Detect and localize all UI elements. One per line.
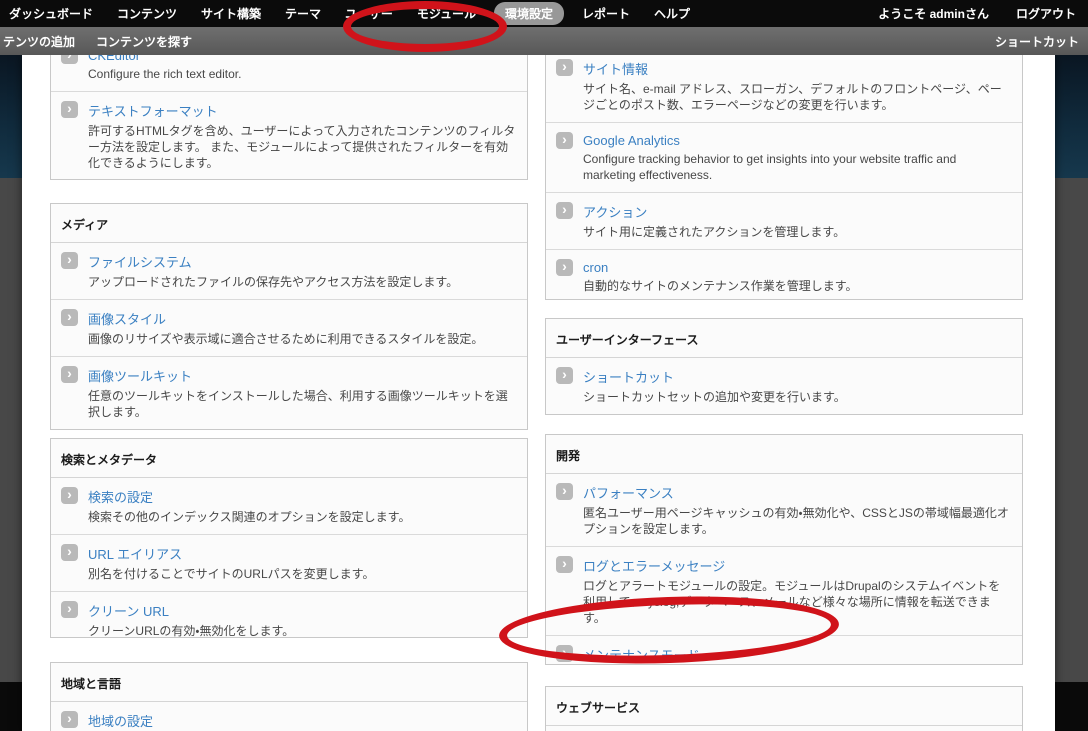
- shortcut-toolbar-left: テンツの追加 コンテンツを探す: [0, 33, 192, 50]
- config-item-clipped: ›: [546, 726, 1022, 731]
- config-item-regional-settings: › 地域の設定 サイトのデフォルトのタイムゾーンと国の設定を行います。: [51, 702, 527, 731]
- chevron-right-icon: ›: [556, 202, 573, 219]
- chevron-right-icon: ›: [556, 556, 573, 573]
- chevron-right-icon: ›: [61, 309, 78, 326]
- admin-menu: ダッシュボード コンテンツ サイト構築 テーマ ユーザー モジュール 環境設定 …: [0, 2, 690, 25]
- shortcut-find-content[interactable]: コンテンツを探す: [96, 33, 192, 50]
- link-performance[interactable]: パフォーマンス: [583, 483, 674, 502]
- menu-item-structure[interactable]: サイト構築: [201, 5, 261, 22]
- panel-search-metadata: 検索とメタデータ › 検索の設定 検索その他のインデックス関連のオプションを設定…: [50, 438, 528, 638]
- chevron-right-icon: ›: [61, 101, 78, 118]
- description-logging-errors: ログとアラートモジュールの設定。モジュールはDrupalのシステムイベントを利用…: [583, 578, 1012, 626]
- config-item-clean-urls: › クリーン URL クリーンURLの有効・無効化をします。: [51, 591, 527, 638]
- config-item-url-aliases: › URL エイリアス 別名を付けることでサイトのURLパスを変更します。: [51, 534, 527, 591]
- description-actions: サイト用に定義されたアクションを管理します。: [583, 224, 1012, 240]
- description-search-settings: 検索その他のインデックス関連のオプションを設定します。: [88, 509, 517, 525]
- config-item-google-analytics: › Google Analytics Configure tracking be…: [546, 122, 1022, 192]
- chevron-right-icon: ›: [556, 259, 573, 276]
- chevron-right-icon: ›: [61, 711, 78, 728]
- link-shortcuts[interactable]: ショートカット: [583, 367, 674, 386]
- menu-item-modules[interactable]: モジュール: [417, 5, 476, 22]
- link-image-styles[interactable]: 画像スタイル: [88, 309, 166, 328]
- config-item-text-formats: › テキストフォーマット 許可するHTMLタグを含め、ユーザーによって入力された…: [51, 91, 527, 180]
- link-file-system[interactable]: ファイルシステム: [88, 252, 192, 271]
- chevron-right-icon: ›: [61, 544, 78, 561]
- link-site-information[interactable]: サイト情報: [583, 59, 648, 78]
- panel-header-user-interface: ユーザーインターフェース: [546, 319, 1022, 358]
- admin-toolbar: ダッシュボード コンテンツ サイト構築 テーマ ユーザー モジュール 環境設定 …: [0, 0, 1088, 27]
- chevron-right-icon: ›: [61, 252, 78, 269]
- welcome-user-link[interactable]: ようこそ adminさん: [878, 5, 989, 22]
- shortcut-add-content-clipped[interactable]: テンツの追加: [3, 33, 75, 50]
- description-cron: 自動的なサイトのメンテナンス作業を管理します。: [583, 278, 1012, 294]
- chevron-right-icon: ›: [61, 487, 78, 504]
- description-text-formats: 許可するHTMLタグを含め、ユーザーによって入力されたコンテンツのフィルター方法…: [88, 123, 517, 171]
- chevron-right-icon: ›: [61, 601, 78, 618]
- link-google-analytics[interactable]: Google Analytics: [583, 133, 680, 148]
- link-search-settings[interactable]: 検索の設定: [88, 487, 153, 506]
- description-clean-urls: クリーンURLの有効・無効化をします。: [88, 623, 517, 638]
- panel-web-services: ウェブサービス ›: [545, 686, 1023, 731]
- menu-item-dashboard[interactable]: ダッシュボード: [9, 5, 93, 22]
- drupal-admin-configuration-page: › CKEditor Configure the rich text edito…: [0, 0, 1088, 731]
- config-item-search-settings: › 検索の設定 検索その他のインデックス関連のオプションを設定します。: [51, 478, 527, 534]
- menu-item-appearance[interactable]: テーマ: [285, 5, 321, 22]
- menu-item-people[interactable]: ユーザー: [345, 5, 393, 22]
- chevron-right-icon: ›: [61, 366, 78, 383]
- admin-toolbar-right: ようこそ adminさん ログアウト: [878, 5, 1088, 22]
- link-cron[interactable]: cron: [583, 260, 608, 275]
- link-actions[interactable]: アクション: [583, 202, 647, 221]
- description-image-toolkit: 任意のツールキットをインストールした場合、利用する画像ツールキットを選択します。: [88, 388, 517, 420]
- description-ckeditor: Configure the rich text editor.: [88, 66, 517, 82]
- logout-link[interactable]: ログアウト: [1016, 5, 1076, 22]
- panel-header-regional-language: 地域と言語: [51, 663, 527, 702]
- link-image-toolkit[interactable]: 画像ツールキット: [88, 366, 192, 385]
- panel-header-development: 開発: [546, 435, 1022, 474]
- panel-system: › サイト情報 サイト名、e-mail アドレス、スローガン、デフォルトのフロン…: [545, 25, 1023, 300]
- config-item-cron: › cron 自動的なサイトのメンテナンス作業を管理します。: [546, 249, 1022, 300]
- config-item-file-system: › ファイルシステム アップロードされたファイルの保存先やアクセス方法を設定しま…: [51, 243, 527, 299]
- config-item-shortcuts: › ショートカット ショートカットセットの追加や変更を行います。: [546, 358, 1022, 414]
- menu-item-content[interactable]: コンテンツ: [117, 5, 177, 22]
- config-item-maintenance-mode: › メンテナンスモード メンテナンスのためにサイトをオフラインにしたり、オンライ…: [546, 635, 1022, 665]
- description-url-aliases: 別名を付けることでサイトのURLパスを変更します。: [88, 566, 517, 582]
- shortcut-toolbar-right: ショートカット: [995, 33, 1088, 50]
- description-shortcuts: ショートカットセットの追加や変更を行います。: [583, 389, 1012, 405]
- link-clean-urls[interactable]: クリーン URL: [88, 601, 169, 620]
- shortcuts-edit-link[interactable]: ショートカット: [995, 35, 1079, 49]
- config-item-logging-errors: › ログとエラーメッセージ ログとアラートモジュールの設定。モジュールはDrup…: [546, 546, 1022, 635]
- menu-item-help[interactable]: ヘルプ: [654, 5, 690, 22]
- chevron-right-icon: ›: [556, 367, 573, 384]
- menu-item-configuration-active[interactable]: 環境設定: [494, 2, 564, 25]
- panel-development: 開発 › パフォーマンス 匿名ユーザー用ページキャッシュの有効・無効化や、CSS…: [545, 434, 1023, 665]
- config-item-performance: › パフォーマンス 匿名ユーザー用ページキャッシュの有効・無効化や、CSSとJS…: [546, 474, 1022, 546]
- config-item-site-information: › サイト情報 サイト名、e-mail アドレス、スローガン、デフォルトのフロン…: [546, 50, 1022, 122]
- description-google-analytics: Configure tracking behavior to get insig…: [583, 151, 1012, 183]
- description-performance: 匿名ユーザー用ページキャッシュの有効・無効化や、CSSとJSの帯域幅最適化オプシ…: [583, 505, 1012, 537]
- menu-item-reports[interactable]: レポート: [582, 5, 630, 22]
- panel-header-web-services: ウェブサービス: [546, 687, 1022, 726]
- description-image-styles: 画像のリサイズや表示域に適合させるために利用できるスタイルを設定。: [88, 331, 517, 347]
- link-logging-errors[interactable]: ログとエラーメッセージ: [583, 556, 725, 575]
- link-regional-settings[interactable]: 地域の設定: [88, 711, 153, 730]
- chevron-right-icon: ›: [556, 645, 573, 662]
- shortcut-toolbar: テンツの追加 コンテンツを探す ショートカット: [0, 27, 1088, 55]
- link-maintenance-mode[interactable]: メンテナンスモード: [583, 645, 700, 664]
- panel-header-media: メディア: [51, 204, 527, 243]
- link-text-formats[interactable]: テキストフォーマット: [88, 101, 218, 120]
- config-item-actions: › アクション サイト用に定義されたアクションを管理します。: [546, 192, 1022, 249]
- panel-media: メディア › ファイルシステム アップロードされたファイルの保存先やアクセス方法…: [50, 203, 528, 430]
- panel-user-interface: ユーザーインターフェース › ショートカット ショートカットセットの追加や変更を…: [545, 318, 1023, 415]
- chevron-right-icon: ›: [556, 483, 573, 500]
- config-item-image-toolkit: › 画像ツールキット 任意のツールキットをインストールした場合、利用する画像ツー…: [51, 356, 527, 429]
- description-file-system: アップロードされたファイルの保存先やアクセス方法を設定します。: [88, 274, 517, 290]
- description-site-information: サイト名、e-mail アドレス、スローガン、デフォルトのフロントページ、ページ…: [583, 81, 1012, 113]
- panel-regional-language: 地域と言語 › 地域の設定 サイトのデフォルトのタイムゾーンと国の設定を行います…: [50, 662, 528, 731]
- link-url-aliases[interactable]: URL エイリアス: [88, 544, 182, 563]
- chevron-right-icon: ›: [556, 59, 573, 76]
- panel-header-search-metadata: 検索とメタデータ: [51, 439, 527, 478]
- chevron-right-icon: ›: [556, 132, 573, 149]
- config-item-image-styles: › 画像スタイル 画像のリサイズや表示域に適合させるために利用できるスタイルを設…: [51, 299, 527, 356]
